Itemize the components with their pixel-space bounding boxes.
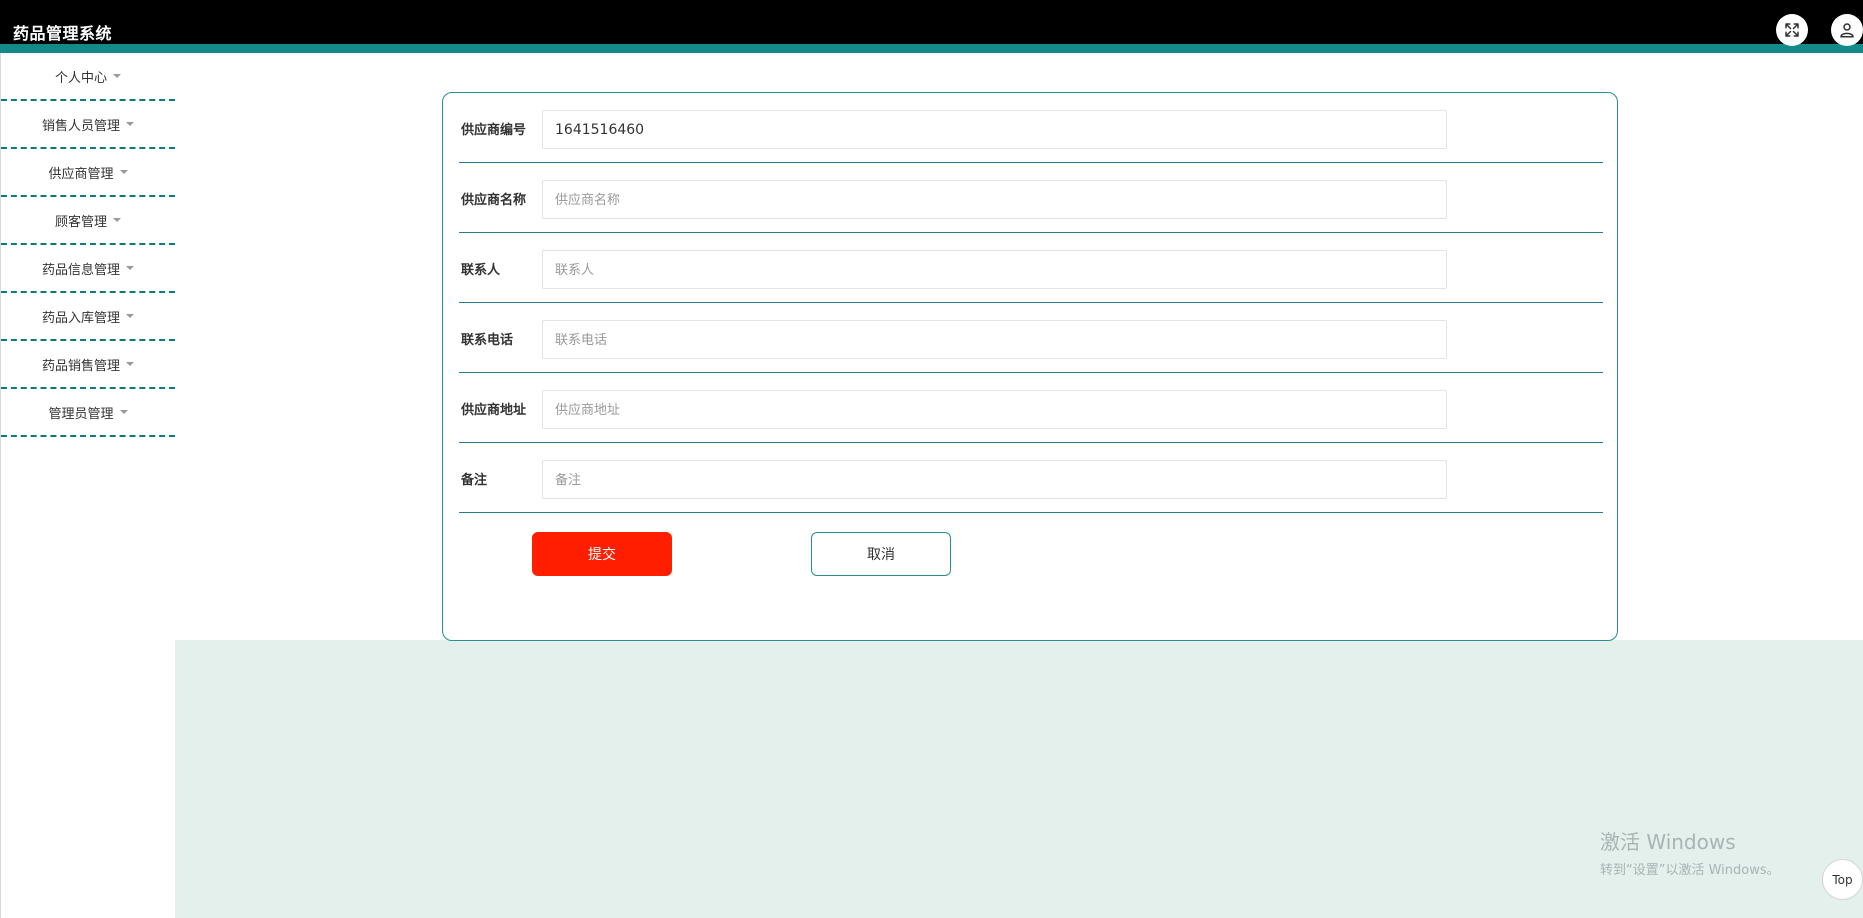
form-row-supplier-id: 供应商编号: [459, 93, 1603, 163]
form-row-phone: 联系电话: [459, 303, 1603, 373]
sidebar-item-drug-stock-in[interactable]: 药品入库管理: [1, 293, 175, 341]
caret-down-icon: [113, 218, 121, 222]
caret-down-icon: [126, 122, 134, 126]
watermark-subtitle: 转到“设置”以激活 Windows。: [1600, 863, 1780, 878]
supplier-id-label: 供应商编号: [461, 123, 527, 138]
supplier-id-input[interactable]: [542, 110, 1447, 149]
sidebar-item-personal-center[interactable]: 个人中心: [1, 53, 175, 101]
sidebar-item-sales-staff[interactable]: 销售人员管理: [1, 101, 175, 149]
address-input[interactable]: [542, 390, 1447, 429]
submit-button[interactable]: 提交: [532, 532, 672, 576]
supplier-name-label: 供应商名称: [461, 193, 527, 208]
form-row-contact: 联系人: [459, 233, 1603, 303]
remark-label: 备注: [461, 473, 488, 488]
caret-down-icon: [119, 410, 128, 414]
watermark-title: 激活 Windows: [1600, 830, 1736, 854]
caret-down-icon: [119, 170, 128, 174]
supplier-name-input[interactable]: [542, 180, 1447, 219]
address-label: 供应商地址: [461, 403, 527, 418]
sidebar-item-admin[interactable]: 管理员管理: [1, 389, 175, 437]
caret-down-icon: [126, 266, 134, 270]
sidebar-item-label: 个人中心: [54, 70, 107, 86]
sidebar-item-label: 药品信息管理: [41, 262, 120, 278]
page: 药品管理系统 个人中心 销售人员管理 供应商管理 顾客管理 药品信息管理 药品入…: [0, 0, 1863, 918]
sidebar-item-label: 药品入库管理: [41, 310, 120, 326]
back-to-top-button[interactable]: Top: [1822, 859, 1863, 900]
contact-label: 联系人: [461, 263, 501, 278]
sidebar-item-customer[interactable]: 顾客管理: [1, 197, 175, 245]
caret-down-icon: [126, 362, 134, 366]
form-row-supplier-name: 供应商名称: [459, 163, 1603, 233]
app-title: 药品管理系统: [13, 24, 113, 43]
user-button[interactable]: [1831, 14, 1863, 46]
sidebar-item-label: 供应商管理: [48, 166, 114, 182]
sidebar-item-drug-info[interactable]: 药品信息管理: [1, 245, 175, 293]
sidebar-item-label: 管理员管理: [48, 406, 114, 422]
activation-watermark: 激活 Windows 转到“设置”以激活 Windows。: [1600, 826, 1780, 878]
supplier-form: 供应商编号 供应商名称 联系人 联系电话 供应商地址 备注 提交 取消: [442, 92, 1618, 641]
remark-input[interactable]: [542, 460, 1447, 499]
caret-down-icon: [113, 74, 121, 78]
sidebar-item-label: 销售人员管理: [41, 118, 120, 134]
sidebar-item-label: 药品销售管理: [41, 358, 120, 374]
sidebar-item-label: 顾客管理: [54, 214, 107, 230]
form-row-address: 供应商地址: [459, 373, 1603, 443]
sidebar: 个人中心 销售人员管理 供应商管理 顾客管理 药品信息管理 药品入库管理 药品销…: [0, 53, 175, 918]
phone-input[interactable]: [542, 320, 1447, 359]
form-row-remark: 备注: [459, 443, 1603, 513]
contact-input[interactable]: [542, 250, 1447, 289]
user-icon: [1840, 23, 1854, 38]
fullscreen-button[interactable]: [1776, 14, 1808, 46]
fullscreen-icon: [1785, 23, 1799, 37]
sidebar-item-drug-sales[interactable]: 药品销售管理: [1, 341, 175, 389]
sidebar-item-supplier[interactable]: 供应商管理: [1, 149, 175, 197]
phone-label: 联系电话: [461, 333, 514, 348]
caret-down-icon: [126, 314, 134, 318]
cancel-button[interactable]: 取消: [811, 532, 951, 576]
top-bar: 药品管理系统: [0, 0, 1863, 53]
